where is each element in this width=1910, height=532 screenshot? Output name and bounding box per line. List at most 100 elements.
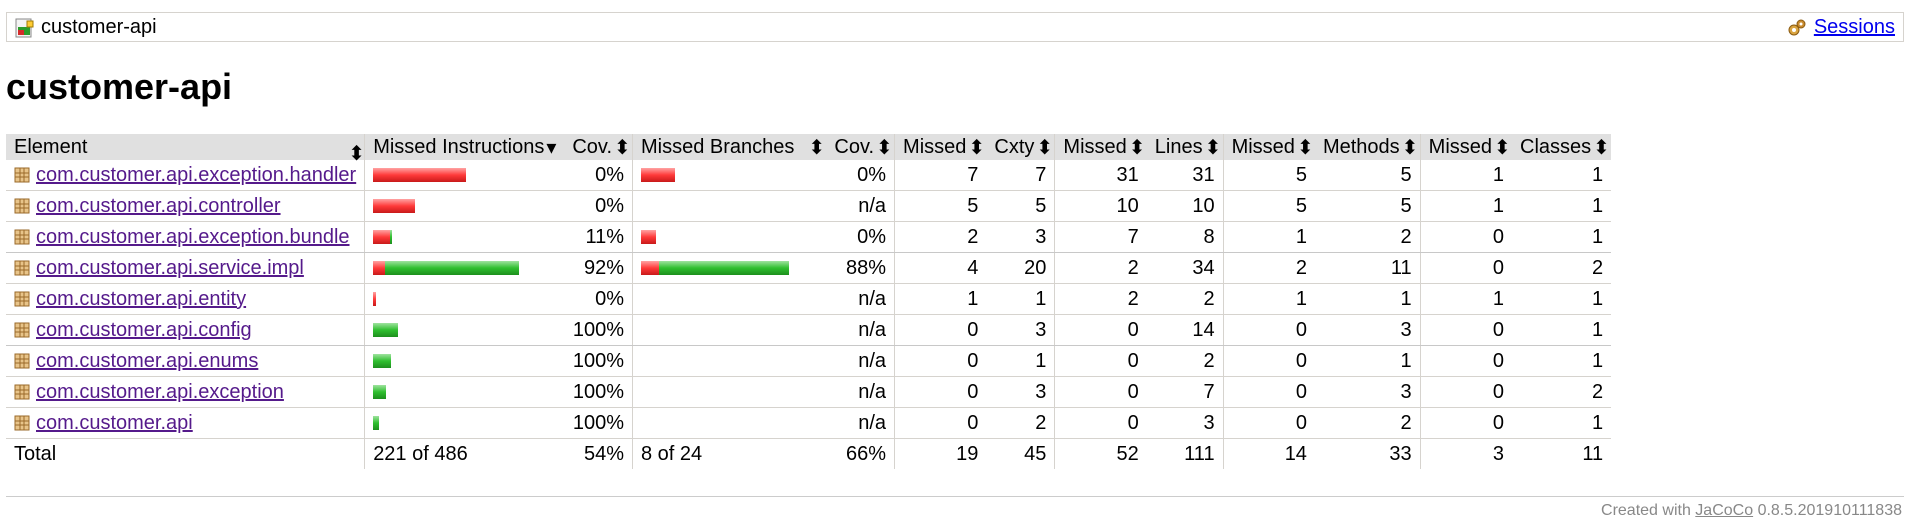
report-name: customer-api — [41, 16, 157, 38]
instructions-cov: 100% — [564, 314, 633, 346]
header-branches-cov[interactable]: Cov. ⬍ — [826, 134, 895, 160]
missed-instructions-bar-cell — [364, 160, 565, 191]
lines-missed: 2 — [1054, 252, 1147, 284]
classes: 1 — [1512, 345, 1612, 377]
sort-icon: ⬍ — [968, 136, 986, 159]
sort-icon: ⬍ — [876, 136, 893, 159]
total-lines-missed: 52 — [1054, 438, 1147, 469]
coverage-table: Element ⬍ Missed Instructions ▾ Cov. ⬍ Miss… — [6, 134, 1612, 469]
cxty: 3 — [986, 376, 1055, 408]
breadcrumb: customer-api Sessions — [6, 12, 1904, 42]
lines-missed: 0 — [1054, 345, 1147, 377]
cxty: 1 — [986, 283, 1055, 315]
classes: 2 — [1512, 376, 1612, 408]
package-link[interactable]: com.customer.api.entity — [36, 288, 246, 311]
header-classes[interactable]: Classes ⬍ — [1512, 134, 1612, 160]
total-instructions: 221 of 486 — [364, 438, 565, 469]
package-icon — [14, 353, 30, 369]
package-link[interactable]: com.customer.api — [36, 412, 193, 435]
branches-bar — [641, 230, 818, 244]
methods-missed: 5 — [1222, 190, 1315, 222]
missed-instructions-bar-cell — [364, 345, 565, 377]
table-row: com.customer.api.enums 100% n/a 0 1 0 2 0 1 0 1 — [6, 345, 1612, 377]
classes: 1 — [1512, 407, 1612, 439]
missed-branches-bar-cell — [632, 345, 827, 377]
sessions-link-group[interactable]: Sessions — [1786, 16, 1895, 39]
page-title: customer-api — [6, 66, 233, 107]
table-row: com.customer.api.exception 100% n/a 0 3 0 7 0 3 0… — [6, 376, 1612, 408]
package-icon — [14, 384, 30, 400]
classes-missed: 0 — [1419, 221, 1513, 253]
package-link[interactable]: com.customer.api.exception — [36, 381, 284, 404]
instructions-bar — [373, 261, 556, 275]
table-row: com.customer.api.controller 0% n/a 5 5 10 10 5 5… — [6, 190, 1612, 222]
missed-branches-bar-cell — [632, 160, 827, 191]
classes-missed: 0 — [1419, 314, 1513, 346]
covered-bar-segment — [385, 261, 520, 275]
header-classes-missed[interactable]: Missed ⬍ — [1419, 134, 1513, 160]
methods: 3 — [1314, 376, 1421, 408]
classes-missed: 0 — [1419, 252, 1513, 284]
header-methods-missed[interactable]: Missed ⬍ — [1222, 134, 1315, 160]
cxty: 3 — [986, 221, 1055, 253]
package-link[interactable]: com.customer.api.controller — [36, 195, 281, 218]
classes-missed: 0 — [1419, 376, 1513, 408]
methods-missed: 0 — [1222, 376, 1315, 408]
package-link[interactable]: com.customer.api.exception.handler — [36, 164, 356, 187]
header-cxty-missed[interactable]: Missed ⬍ — [894, 134, 987, 160]
package-link[interactable]: com.customer.api.enums — [36, 350, 258, 373]
sessions-link[interactable]: Sessions — [1814, 16, 1895, 39]
branches-cov: n/a — [826, 407, 895, 439]
package-link[interactable]: com.customer.api.config — [36, 319, 252, 342]
gears-icon — [1788, 19, 1806, 35]
header-methods[interactable]: Methods ⬍ — [1314, 134, 1421, 160]
instructions-bar — [373, 292, 556, 306]
missed-bar-segment — [641, 230, 656, 244]
instructions-cov: 100% — [564, 376, 633, 408]
sort-icon: ⬍ — [1128, 136, 1146, 159]
element-cell: com.customer.api — [6, 407, 365, 439]
methods: 3 — [1314, 314, 1421, 346]
methods-missed: 1 — [1222, 221, 1315, 253]
total-instructions-cov: 54% — [583, 442, 624, 465]
branches-cov: n/a — [826, 376, 895, 408]
methods: 1 — [1314, 283, 1421, 315]
missed-bar-segment — [373, 168, 467, 182]
header-missed-instructions[interactable]: Missed Instructions ▾ — [364, 134, 565, 160]
sort-icon: ⬍ — [1494, 136, 1511, 159]
missed-instructions-bar-cell — [364, 407, 565, 439]
header-element[interactable]: Element ⬍ — [6, 134, 365, 165]
classes: 1 — [1512, 314, 1612, 346]
lines: 14 — [1146, 314, 1224, 346]
element-cell: com.customer.api.controller — [6, 190, 365, 222]
branches-cov: 88% — [826, 252, 895, 284]
package-icon — [14, 322, 30, 338]
instructions-bar — [373, 416, 556, 430]
header-instructions-cov[interactable]: Cov. ⬍ — [564, 134, 633, 160]
classes-missed: 1 — [1419, 160, 1513, 191]
covered-bar-segment — [373, 354, 392, 368]
lines: 10 — [1146, 190, 1224, 222]
table-row: com.customer.api.entity 0% n/a 1 1 2 2 1 1 1 1 — [6, 283, 1612, 315]
header-lines[interactable]: Lines ⬍ — [1146, 134, 1224, 160]
cxty-missed: 0 — [894, 345, 987, 377]
footer-divider — [6, 496, 1904, 497]
package-link[interactable]: com.customer.api.exception.bundle — [36, 226, 350, 249]
header-lines-missed[interactable]: Missed ⬍ — [1054, 134, 1147, 160]
classes: 1 — [1512, 283, 1612, 315]
header-cxty[interactable]: Cxty ⬍ — [986, 134, 1055, 160]
classes-missed: 1 — [1419, 283, 1513, 315]
header-missed-branches[interactable]: Missed Branches ⬍ — [632, 134, 827, 160]
cxty: 20 — [986, 252, 1055, 284]
sort-icon: ⬍ — [1593, 136, 1610, 159]
package-link[interactable]: com.customer.api.service.impl — [36, 257, 304, 280]
cxty-missed: 0 — [894, 376, 987, 408]
footer-prefix: Created with — [1601, 502, 1691, 519]
methods: 1 — [1314, 345, 1421, 377]
methods-missed: 0 — [1222, 314, 1315, 346]
jacoco-link[interactable]: JaCoCo — [1695, 502, 1753, 519]
instructions-bar — [373, 199, 556, 213]
missed-bar-segment — [641, 168, 675, 182]
instructions-bar — [373, 230, 556, 244]
instructions-cov: 100% — [564, 345, 633, 377]
